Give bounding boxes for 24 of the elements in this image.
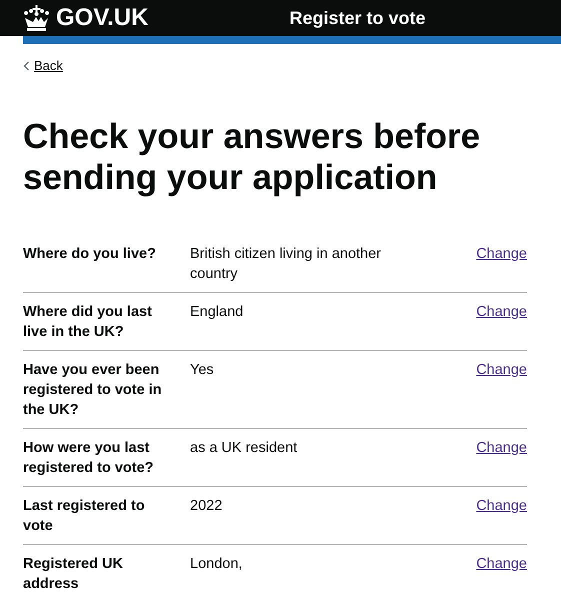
question-label: Where did you last live in the UK? [23, 302, 153, 342]
change-link[interactable]: Change [476, 556, 527, 572]
chevron-left-icon [23, 60, 30, 71]
back-link[interactable]: Back [34, 56, 63, 76]
crown-icon [23, 5, 50, 31]
service-name[interactable]: Register to vote [289, 4, 426, 32]
question-label: How were you last registered to vote? [23, 438, 155, 478]
answer-value: England [190, 302, 244, 322]
change-link[interactable]: Change [476, 498, 527, 514]
question-label: Have you ever been registered to vote in the UK? [23, 360, 163, 420]
question-label: Last registered to vote [23, 496, 146, 536]
page-title: Check your answers before sending your application [23, 116, 482, 198]
answer-value: Yes [190, 360, 215, 380]
change-link[interactable]: Change [476, 246, 527, 262]
change-link[interactable]: Change [476, 440, 527, 456]
answer-value: London, [190, 554, 244, 574]
change-link[interactable]: Change [476, 362, 527, 378]
answer-value: 2022 [190, 496, 224, 516]
question-label: Where do you live? [23, 244, 157, 264]
change-link[interactable]: Change [476, 304, 527, 320]
home-link[interactable]: GOV.UK [23, 5, 148, 31]
answer-value: as a UK resident [190, 438, 298, 458]
answer-value: British citizen living in another country [190, 244, 382, 284]
question-label: Registered UK address [23, 554, 124, 594]
